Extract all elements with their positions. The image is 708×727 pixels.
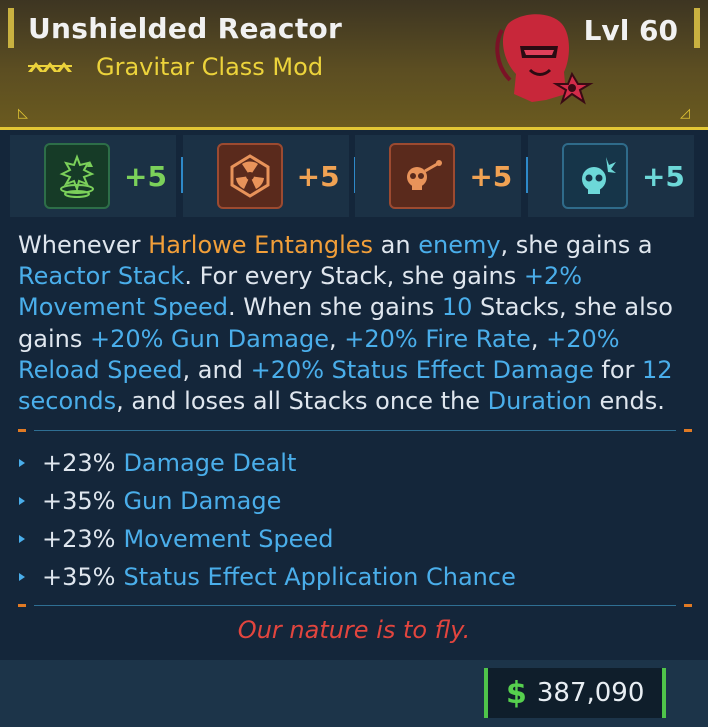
desc-text: , she gains a [500,231,653,259]
character-portrait-icon [495,14,594,105]
skill-bonus-value: +5 [469,159,513,193]
skill-bonus-value: +5 [124,159,167,193]
stat-value: +35% [42,487,116,515]
item-footer: $ 387,090 [0,660,708,727]
stat-name: Movement Speed [123,525,334,553]
desc-text: , and loses all Stacks once the [116,387,488,416]
desc-text: ends. [591,387,665,416]
stat-name: Status Effect Application Chance [123,563,516,591]
desc-keyword: Reactor Stack [18,262,185,291]
flavor-text: Our nature is to fly. [237,616,471,644]
stat-name: Gun Damage [123,487,282,515]
price-box: $ 387,090 [484,668,666,718]
bullet-arrow-icon [18,532,32,546]
entangle-skill-icon [44,143,110,209]
desc-keyword: 10 [441,293,473,322]
skill-bonus-3[interactable]: +5 [355,135,530,217]
skill-bonus-4[interactable]: +5 [527,135,694,217]
skill-bonus-row: +5 +5 +5 +5 [10,135,694,217]
skull-rocket-skill-icon [389,143,456,209]
rarity-chevrons-icon [28,62,72,72]
bullet-arrow-icon [18,494,32,508]
divider-top [18,425,692,437]
header-edge-left [8,8,14,48]
desc-text: . When she gains [228,293,442,322]
divider-line [34,430,676,431]
item-type: Gravitar Class Mod [96,53,324,81]
radiation-skill-icon [216,143,283,209]
bullet-arrow-icon [18,456,32,470]
divider-line [34,605,676,606]
item-title: Unshielded Reactor [28,12,343,45]
item-header: Unshielded Reactor Lvl 60 Gravitar Class… [0,0,708,130]
stat-name: Damage Dealt [123,449,297,477]
rarity-row: Gravitar Class Mod [28,52,323,82]
price-value: 387,090 [536,678,645,708]
stat-row: +23% Movement Speed [18,520,690,558]
stat-row: +35% Status Effect Application Chance [18,558,690,596]
skill-bonus-value: +5 [641,159,685,193]
skull-burst-skill-icon [561,143,628,209]
desc-text: , [530,324,547,353]
desc-text: an [373,231,419,259]
stat-row: +35% Gun Damage [18,482,690,520]
desc-text: , and [182,355,251,384]
divider-dash [684,604,692,607]
desc-keyword: +20% Fire Rate [344,324,531,353]
desc-text: Whenever [18,231,149,259]
divider-bottom [18,600,692,612]
dollar-icon: $ [506,675,527,711]
skill-bonus-value: +5 [296,159,340,193]
stat-row: +23% Damage Dealt [18,444,690,482]
desc-keyword: +20% Gun Damage [89,324,329,353]
divider-dash [18,604,26,607]
desc-keyword: enemy [418,231,501,259]
desc-keyword: Duration [487,387,592,416]
divider-dash [18,429,26,432]
skill-bonus-1[interactable]: +5 [10,135,184,217]
desc-text: for [593,355,643,384]
stat-value: +23% [42,525,116,553]
desc-text: . For every Stack, she gains [184,262,524,291]
skill-bonus-2[interactable]: +5 [182,135,357,217]
item-description: Whenever Harlowe Entangles an enemy, she… [18,230,690,417]
corner-mark-right: ◿ [680,106,690,121]
stat-list: +23% Damage Dealt +35% Gun Damage +23% M… [18,444,690,596]
bullet-arrow-icon [18,570,32,584]
divider-dash [684,429,692,432]
header-edge-right [694,8,700,48]
stat-value: +35% [42,563,116,591]
stat-value: +23% [42,449,116,477]
corner-mark-left: ◺ [18,106,28,121]
desc-keyword: +20% Status Effect Damage [250,355,594,384]
desc-text: , [328,324,345,353]
desc-keyword: Harlowe Entangles [148,231,374,259]
